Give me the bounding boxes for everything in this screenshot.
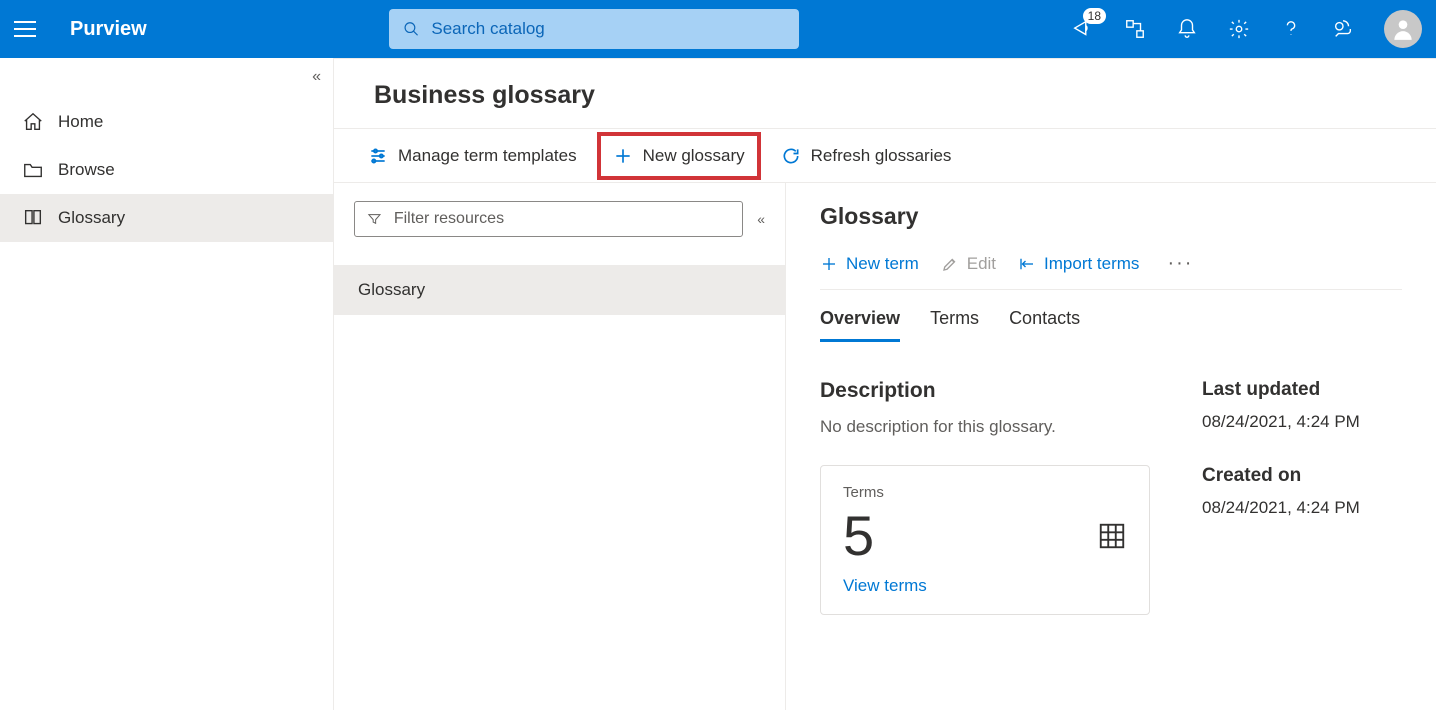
avatar[interactable]: [1384, 10, 1422, 48]
app-title: Purview: [70, 18, 147, 41]
tab-terms[interactable]: Terms: [930, 308, 979, 342]
search-bar[interactable]: [389, 9, 799, 49]
folder-icon: [22, 159, 44, 181]
grid-icon: [1097, 521, 1127, 556]
left-collapse-icon[interactable]: «: [757, 211, 765, 227]
manage-templates-button[interactable]: Manage term templates: [356, 136, 589, 176]
help-icon[interactable]: [1280, 18, 1302, 40]
sidebar-item-glossary[interactable]: Glossary: [0, 194, 333, 242]
feedback-icon[interactable]: [1332, 18, 1354, 40]
terms-card: Terms 5 View terms: [820, 465, 1150, 615]
view-terms-link[interactable]: View terms: [843, 576, 1127, 596]
search-icon: [403, 20, 420, 38]
import-terms-button[interactable]: Import terms: [1018, 254, 1139, 274]
glossary-item-label: Glossary: [358, 280, 425, 300]
import-icon: [1018, 255, 1036, 273]
new-glossary-highlight: New glossary: [597, 132, 761, 180]
pencil-icon: [941, 255, 959, 273]
filter-input-wrap[interactable]: [354, 201, 743, 237]
terms-card-label: Terms: [843, 484, 1127, 501]
last-updated-value: 08/24/2021, 4:24 PM: [1202, 409, 1402, 435]
refresh-icon: [781, 146, 801, 166]
book-icon: [22, 207, 44, 229]
plus-icon: [613, 146, 633, 166]
overview-left: Description No description for this glos…: [820, 379, 1162, 615]
diagnostics-icon[interactable]: [1124, 18, 1146, 40]
search-input[interactable]: [431, 19, 784, 39]
created-on-value: 08/24/2021, 4:24 PM: [1202, 495, 1402, 521]
split-pane: « Glossary Glossary New term Edit: [334, 183, 1436, 710]
sliders-icon: [368, 146, 388, 166]
tab-overview[interactable]: Overview: [820, 308, 900, 342]
last-updated-label: Last updated: [1202, 379, 1402, 401]
detail-toolbar: New term Edit Import terms ···: [820, 252, 1402, 290]
announce-badge: 18: [1083, 8, 1106, 24]
description-text: No description for this glossary.: [820, 417, 1162, 437]
detail-tabs: Overview Terms Contacts: [820, 308, 1402, 343]
new-glossary-button[interactable]: New glossary: [601, 136, 757, 176]
filter-icon: [367, 211, 382, 227]
detail-pane: Glossary New term Edit Import terms ···: [786, 183, 1436, 710]
overview-section: Description No description for this glos…: [820, 379, 1402, 615]
sidebar-collapse-icon[interactable]: «: [312, 68, 321, 86]
filter-input[interactable]: [394, 210, 730, 228]
hamburger-icon[interactable]: [14, 21, 36, 37]
home-icon: [22, 111, 44, 133]
sidebar-item-browse[interactable]: Browse: [0, 146, 333, 194]
manage-templates-label: Manage term templates: [398, 146, 577, 166]
edit-label: Edit: [967, 254, 996, 274]
header-actions: 18: [1072, 10, 1422, 48]
new-glossary-label: New glossary: [643, 146, 745, 166]
description-label: Description: [820, 379, 1162, 403]
sidebar: « Home Browse Glossary: [0, 58, 333, 710]
refresh-glossaries-button[interactable]: Refresh glossaries: [769, 136, 964, 176]
sidebar-item-home[interactable]: Home: [0, 98, 333, 146]
gear-icon[interactable]: [1228, 18, 1250, 40]
glossary-list-pane: « Glossary: [334, 183, 786, 710]
new-term-button[interactable]: New term: [820, 254, 919, 274]
created-on-label: Created on: [1202, 465, 1402, 487]
app-header: Purview 18: [0, 0, 1436, 58]
terms-count: 5: [843, 503, 874, 568]
refresh-label: Refresh glossaries: [811, 146, 952, 166]
more-actions-icon[interactable]: ···: [1167, 252, 1193, 275]
new-term-label: New term: [846, 254, 919, 274]
sidebar-item-label: Glossary: [58, 208, 125, 228]
plus-icon: [820, 255, 838, 273]
announce-icon[interactable]: 18: [1072, 18, 1094, 40]
page-title: Business glossary: [334, 59, 1436, 128]
glossary-list-item[interactable]: Glossary: [334, 265, 785, 315]
page-toolbar: Manage term templates New glossary Refre…: [334, 128, 1436, 183]
edit-button[interactable]: Edit: [941, 254, 996, 274]
main-panel: Business glossary Manage term templates …: [333, 58, 1436, 710]
sidebar-item-label: Home: [58, 112, 103, 132]
bell-icon[interactable]: [1176, 18, 1198, 40]
content-area: « Home Browse Glossary Business glossary…: [0, 58, 1436, 710]
import-label: Import terms: [1044, 254, 1139, 274]
detail-title: Glossary: [820, 203, 1402, 230]
overview-right: Last updated 08/24/2021, 4:24 PM Created…: [1202, 379, 1402, 615]
sidebar-item-label: Browse: [58, 160, 115, 180]
tab-contacts[interactable]: Contacts: [1009, 308, 1080, 342]
